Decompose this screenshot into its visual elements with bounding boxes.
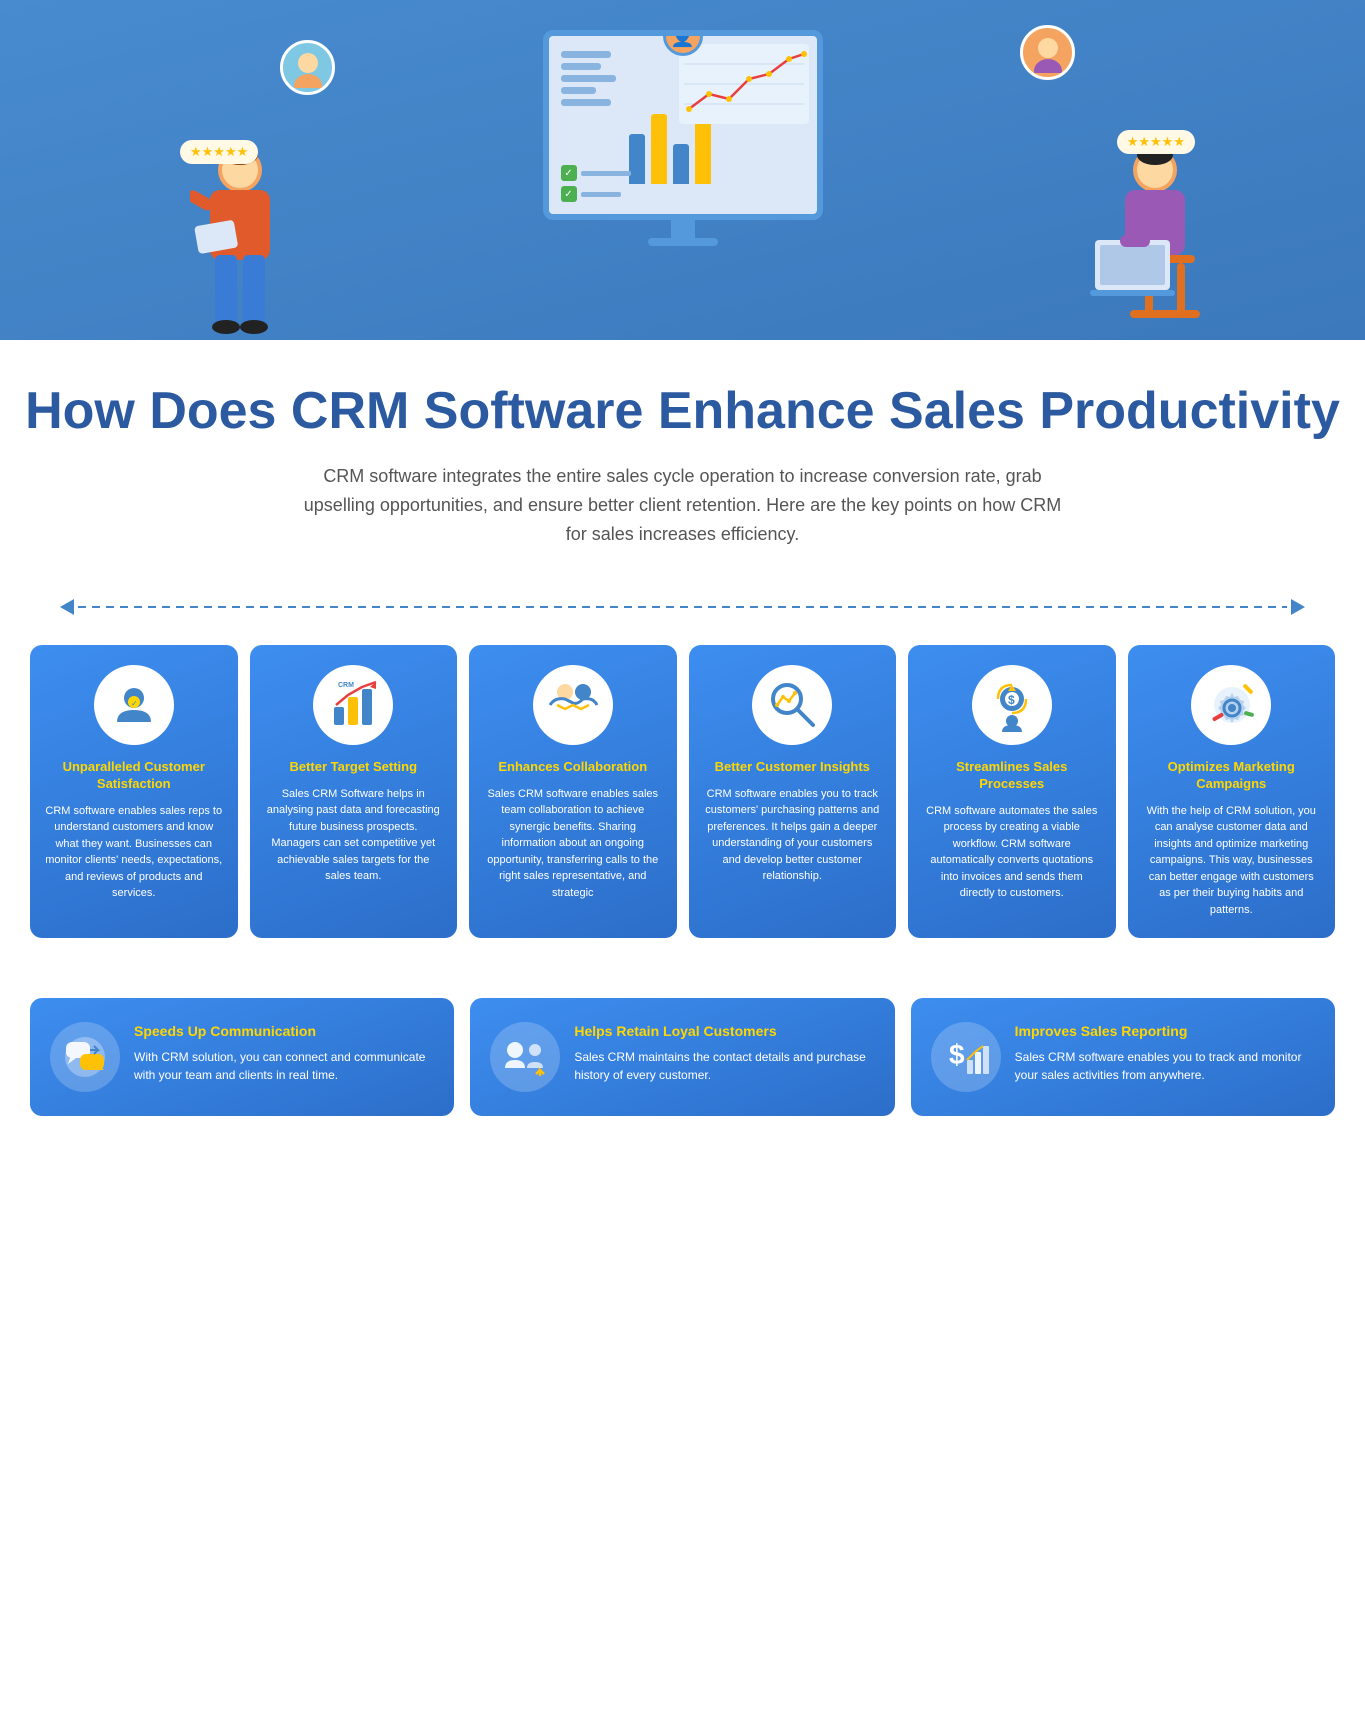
avatar-top-left [280, 40, 335, 95]
card-better-customer-insights: Better Customer Insights CRM software en… [689, 645, 897, 938]
card-improves-reporting: $ Improves Sales Reporting Sales CRM sof… [911, 998, 1335, 1116]
card-bottom-title-retain: Helps Retain Loyal Customers [574, 1022, 874, 1040]
hero-section: ✓ ✓ 👤 [0, 0, 1365, 340]
left-person [190, 135, 290, 340]
card-text-insights: CRM software enables you to track custom… [703, 786, 883, 885]
monitor-checklist: ✓ ✓ [561, 165, 631, 202]
left-stars-badge: ★★★★★ [180, 140, 258, 164]
svg-text:$: $ [1008, 693, 1015, 707]
monitor-line-chart [679, 44, 809, 124]
card-icon-insights [752, 665, 832, 745]
card-content-communication: Speeds Up Communication With CRM solutio… [134, 1022, 434, 1084]
svg-text:CRM: CRM [338, 682, 354, 689]
monitor-stand [671, 220, 695, 238]
card-optimizes-marketing: Optimizes Marketing Campaigns With the h… [1128, 645, 1336, 938]
card-text-streamlines: CRM software automates the sales process… [922, 803, 1102, 902]
card-text-unparalleled: CRM software enables sales reps to under… [44, 803, 224, 902]
top-cards-grid: ✓ Unparalleled Customer Satisfaction CRM… [30, 645, 1335, 938]
card-streamlines-sales: $ Streamlines Sales Processes CRM softwa… [908, 645, 1116, 938]
arrow-left-icon [60, 599, 74, 615]
main-title: How Does CRM Software Enhance Sales Prod… [20, 380, 1345, 442]
top-cards-section: ✓ Unparalleled Customer Satisfaction CRM… [0, 635, 1365, 978]
svg-text:✓: ✓ [131, 699, 138, 708]
card-bottom-text-retain: Sales CRM maintains the contact details … [574, 1048, 874, 1084]
subtitle: CRM software integrates the entire sales… [293, 462, 1073, 548]
card-bottom-title-reporting: Improves Sales Reporting [1015, 1022, 1315, 1040]
card-title-collaboration: Enhances Collaboration [498, 759, 647, 776]
card-title-unparalleled: Unparalleled Customer Satisfaction [44, 759, 224, 793]
card-title-target: Better Target Setting [289, 759, 417, 776]
card-content-reporting: Improves Sales Reporting Sales CRM softw… [1015, 1022, 1315, 1084]
card-title-insights: Better Customer Insights [715, 759, 870, 776]
card-icon-streamlines: $ [972, 665, 1052, 745]
right-stars-badge: ★★★★★ [1117, 130, 1195, 154]
card-icon-marketing [1191, 665, 1271, 745]
avatar-top-right [1020, 25, 1075, 80]
card-icon-unparalleled: ✓ [94, 665, 174, 745]
card-speeds-communication: Speeds Up Communication With CRM solutio… [30, 998, 454, 1116]
card-text-target: Sales CRM Software helps in analysing pa… [264, 786, 444, 885]
card-content-retain: Helps Retain Loyal Customers Sales CRM m… [574, 1022, 874, 1084]
card-icon-retain [490, 1022, 560, 1092]
svg-text:$: $ [949, 1039, 965, 1070]
monitor-text-lines [561, 51, 616, 106]
title-section: How Does CRM Software Enhance Sales Prod… [0, 340, 1365, 579]
card-icon-reporting: $ [931, 1022, 1001, 1092]
card-title-streamlines: Streamlines Sales Processes [922, 759, 1102, 793]
card-text-collaboration: Sales CRM software enables sales team co… [483, 786, 663, 902]
card-title-marketing: Optimizes Marketing Campaigns [1142, 759, 1322, 793]
card-bottom-text-reporting: Sales CRM software enables you to track … [1015, 1048, 1315, 1084]
card-text-marketing: With the help of CRM solution, you can a… [1142, 803, 1322, 919]
arrow-right-icon [1291, 599, 1305, 615]
right-person [1075, 135, 1215, 340]
card-unparalleled-customer-satisfaction: ✓ Unparalleled Customer Satisfaction CRM… [30, 645, 238, 938]
bottom-cards-section: Speeds Up Communication With CRM solutio… [0, 978, 1365, 1156]
card-bottom-title-communication: Speeds Up Communication [134, 1022, 434, 1040]
arrow-line [78, 606, 1287, 608]
card-icon-collaboration [533, 665, 613, 745]
card-icon-communication [50, 1022, 120, 1092]
card-enhances-collaboration: Enhances Collaboration Sales CRM softwar… [469, 645, 677, 938]
card-icon-target: CRM [313, 665, 393, 745]
arrow-divider [0, 579, 1365, 635]
card-better-target-setting: CRM Better Target Setting Sales CRM Soft… [250, 645, 458, 938]
card-retain-customers: Helps Retain Loyal Customers Sales CRM m… [470, 998, 894, 1116]
monitor-base [648, 238, 718, 246]
monitor-illustration: ✓ ✓ 👤 [533, 30, 833, 246]
card-bottom-text-communication: With CRM solution, you can connect and c… [134, 1048, 434, 1084]
